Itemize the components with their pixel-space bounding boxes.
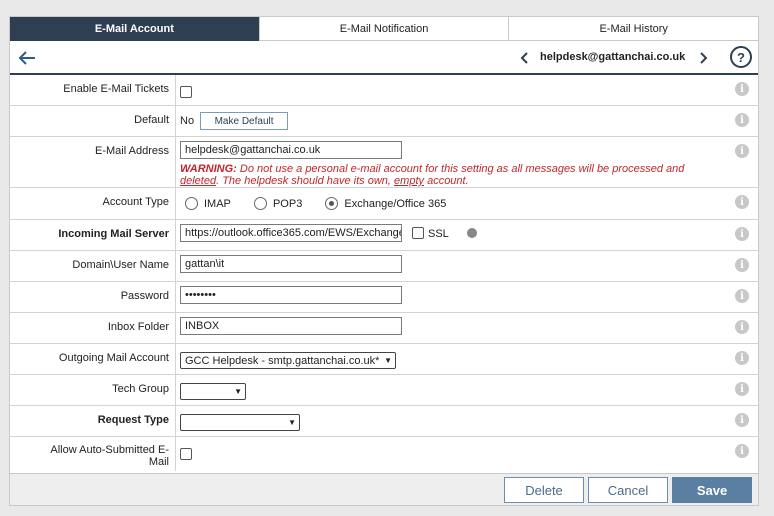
email-warning-text: WARNING: Do not use a personal e-mail ac… <box>180 163 685 187</box>
info-icon[interactable]: i <box>735 351 749 365</box>
row-request-type: Request Type ▼ i <box>10 406 758 437</box>
inbox-folder-input[interactable]: INBOX <box>180 317 402 335</box>
radio-exchange-button[interactable] <box>325 197 339 210</box>
radio-exchange[interactable]: Exchange/Office 365 <box>325 197 446 210</box>
next-record-icon[interactable] <box>696 49 710 67</box>
connection-status-icon <box>466 228 477 238</box>
default-label: Default <box>10 106 176 136</box>
current-record-email: helpdesk@gattanchai.co.uk <box>540 51 686 63</box>
domain-user-input[interactable]: gattan\it <box>180 255 402 273</box>
chevron-down-icon: ▼ <box>288 418 296 427</box>
cancel-button[interactable]: Cancel <box>588 477 668 503</box>
row-email-address: E-Mail Address helpdesk@gattanchai.co.uk… <box>10 137 758 188</box>
incoming-server-input[interactable]: https://outlook.office365.com/EWS/Exchan… <box>180 224 402 242</box>
row-domain-user: Domain\User Name gattan\it i <box>10 251 758 282</box>
form-footer: Delete Cancel Save <box>10 473 758 505</box>
radio-pop3-button[interactable] <box>253 197 267 210</box>
info-icon[interactable]: i <box>735 227 749 241</box>
back-arrow-icon[interactable] <box>16 47 38 69</box>
row-inbox-folder: Inbox Folder INBOX i <box>10 313 758 344</box>
tab-email-notification[interactable]: E-Mail Notification <box>258 17 509 41</box>
info-icon[interactable]: i <box>735 289 749 303</box>
tech-group-label: Tech Group <box>10 375 176 405</box>
incoming-server-label: Incoming Mail Server <box>10 220 176 250</box>
row-auto-submitted: Allow Auto-Submitted E-Mail i <box>10 437 758 471</box>
domain-user-label: Domain\User Name <box>10 251 176 281</box>
row-enable-email-tickets: Enable E-Mail Tickets i <box>10 75 758 106</box>
request-type-label: Request Type <box>10 406 176 436</box>
chevron-down-icon: ▼ <box>234 387 242 396</box>
email-account-panel: E-Mail Account E-Mail Notification E-Mai… <box>9 16 759 506</box>
info-icon[interactable]: i <box>735 258 749 272</box>
save-button[interactable]: Save <box>672 477 752 503</box>
info-icon[interactable]: i <box>735 382 749 396</box>
radio-pop3[interactable]: POP3 <box>253 197 302 210</box>
auto-submitted-label: Allow Auto-Submitted E-Mail <box>10 437 176 471</box>
tab-email-account[interactable]: E-Mail Account <box>10 17 259 41</box>
info-icon[interactable]: i <box>735 320 749 334</box>
record-toolbar: helpdesk@gattanchai.co.uk ? <box>10 41 758 75</box>
enable-tickets-label: Enable E-Mail Tickets <box>10 75 176 105</box>
tech-group-select[interactable]: ▼ <box>180 383 246 400</box>
default-value: No <box>180 115 195 127</box>
info-icon[interactable]: i <box>735 444 749 458</box>
row-incoming-server: Incoming Mail Server https://outlook.off… <box>10 220 758 251</box>
tab-bar: E-Mail Account E-Mail Notification E-Mai… <box>10 17 759 41</box>
inbox-folder-label: Inbox Folder <box>10 313 176 343</box>
row-default: Default No Make Default i <box>10 106 758 137</box>
row-outgoing-account: Outgoing Mail Account GCC Helpdesk - smt… <box>10 344 758 375</box>
radio-imap[interactable]: IMAP <box>185 197 231 210</box>
outgoing-account-select[interactable]: GCC Helpdesk - smtp.gattanchai.co.uk* ▼ <box>180 352 396 369</box>
email-address-label: E-Mail Address <box>10 137 176 187</box>
ssl-label: SSL <box>428 228 449 240</box>
password-label: Password <box>10 282 176 312</box>
info-icon[interactable]: i <box>735 144 749 158</box>
info-icon[interactable]: i <box>735 82 749 96</box>
delete-button[interactable]: Delete <box>504 477 584 503</box>
row-password: Password •••••••• i <box>10 282 758 313</box>
chevron-down-icon: ▼ <box>384 356 392 365</box>
password-input[interactable]: •••••••• <box>180 286 402 304</box>
info-icon[interactable]: i <box>735 113 749 127</box>
account-type-label: Account Type <box>10 188 176 219</box>
help-icon[interactable]: ? <box>730 46 752 68</box>
info-icon[interactable]: i <box>735 413 749 427</box>
outgoing-account-label: Outgoing Mail Account <box>10 344 176 374</box>
previous-record-icon[interactable] <box>518 49 532 67</box>
email-address-input[interactable]: helpdesk@gattanchai.co.uk <box>180 141 402 159</box>
enable-tickets-checkbox[interactable] <box>180 86 192 98</box>
request-type-select[interactable]: ▼ <box>180 414 300 431</box>
info-icon[interactable]: i <box>735 195 749 209</box>
ssl-checkbox[interactable] <box>412 227 424 239</box>
make-default-button[interactable]: Make Default <box>200 112 289 130</box>
row-account-type: Account Type IMAP POP3 Exchange/Office 3… <box>10 188 758 220</box>
auto-submitted-checkbox[interactable] <box>180 448 192 460</box>
row-tech-group: Tech Group ▼ i <box>10 375 758 406</box>
radio-imap-button[interactable] <box>185 197 198 210</box>
tab-email-history[interactable]: E-Mail History <box>508 17 759 41</box>
